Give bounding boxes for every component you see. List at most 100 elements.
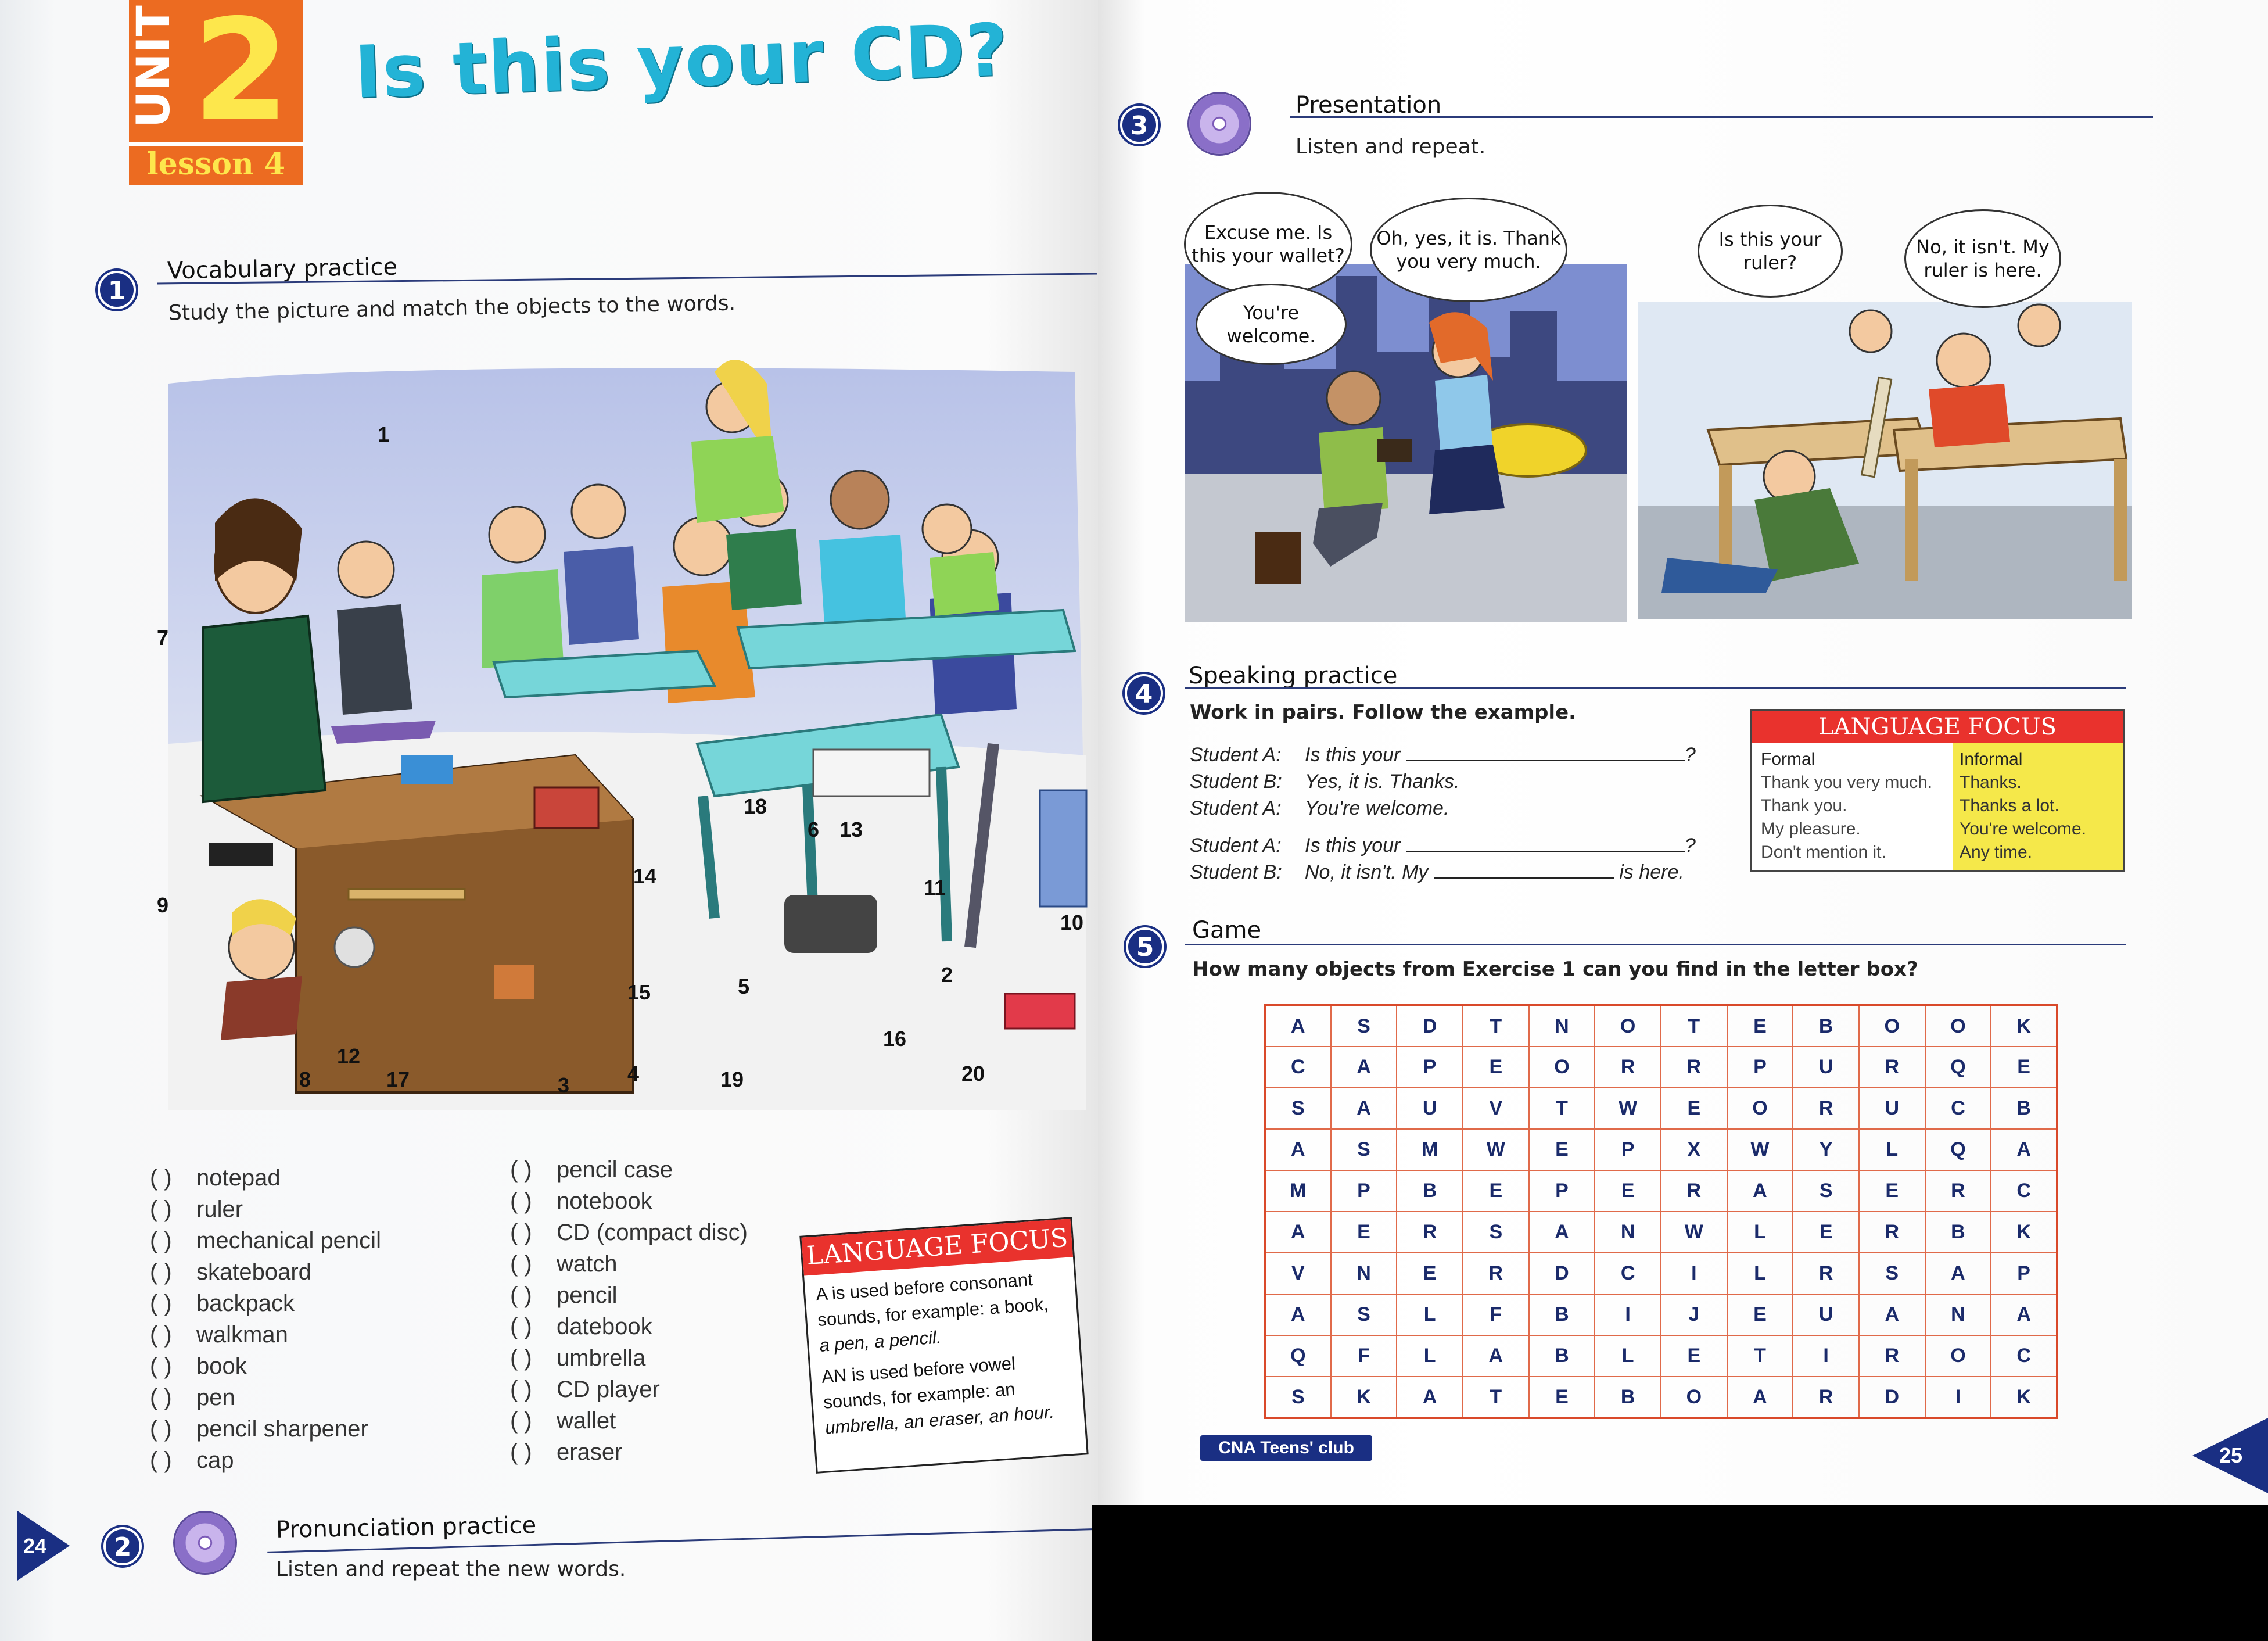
grid-cell[interactable]: E [1792, 1211, 1860, 1253]
grid-cell[interactable]: S [1462, 1211, 1530, 1253]
grid-cell[interactable]: S [1858, 1252, 1926, 1295]
grid-cell[interactable]: R [1858, 1046, 1926, 1088]
grid-cell[interactable]: M [1396, 1128, 1463, 1171]
grid-cell[interactable]: I [1792, 1335, 1860, 1377]
grid-cell[interactable]: A [1726, 1170, 1794, 1212]
grid-cell[interactable]: N [1924, 1294, 1992, 1336]
grid-cell[interactable]: P [1726, 1046, 1794, 1088]
grid-cell[interactable]: E [1462, 1170, 1530, 1212]
grid-cell[interactable]: W [1726, 1128, 1794, 1171]
grid-cell[interactable]: Q [1924, 1046, 1992, 1088]
grid-cell[interactable]: F [1462, 1294, 1530, 1336]
grid-cell[interactable]: R [1858, 1211, 1926, 1253]
grid-cell[interactable]: N [1330, 1252, 1398, 1295]
list-item[interactable]: ( ) watch [510, 1248, 748, 1280]
grid-cell[interactable]: P [1330, 1170, 1398, 1212]
list-item[interactable]: ( ) CD (compact disc) [510, 1217, 748, 1248]
list-item[interactable]: ( ) eraser [510, 1436, 748, 1468]
grid-cell[interactable]: R [1792, 1087, 1860, 1130]
grid-cell[interactable]: U [1792, 1294, 1860, 1336]
grid-cell[interactable]: E [1858, 1170, 1926, 1212]
grid-cell[interactable]: P [1528, 1170, 1596, 1212]
grid-cell[interactable]: W [1462, 1128, 1530, 1171]
grid-cell[interactable]: T [1528, 1087, 1596, 1130]
answer-blank[interactable] [1433, 877, 1614, 879]
grid-cell[interactable]: N [1528, 1005, 1596, 1047]
grid-cell[interactable]: A [1726, 1376, 1794, 1418]
grid-cell[interactable]: C [1990, 1335, 2058, 1377]
grid-cell[interactable]: A [1990, 1294, 2058, 1336]
grid-cell[interactable]: I [1660, 1252, 1728, 1295]
grid-cell[interactable]: A [1264, 1128, 1332, 1171]
grid-cell[interactable]: T [1462, 1376, 1530, 1418]
list-item[interactable]: ( ) pen [150, 1382, 381, 1413]
grid-cell[interactable]: Q [1924, 1128, 1992, 1171]
grid-cell[interactable]: A [1528, 1211, 1596, 1253]
grid-cell[interactable]: O [1726, 1087, 1794, 1130]
grid-cell[interactable]: E [1396, 1252, 1463, 1295]
grid-cell[interactable]: K [1990, 1376, 2058, 1418]
grid-cell[interactable]: Q [1264, 1335, 1332, 1377]
grid-cell[interactable]: E [1594, 1170, 1661, 1212]
grid-cell[interactable]: K [1990, 1005, 2058, 1047]
grid-cell[interactable]: P [1990, 1252, 2058, 1295]
grid-cell[interactable]: C [1594, 1252, 1661, 1295]
grid-cell[interactable]: D [1396, 1005, 1463, 1047]
cd-audio-icon[interactable] [1187, 92, 1251, 156]
grid-cell[interactable]: S [1792, 1170, 1860, 1212]
grid-cell[interactable]: O [1660, 1376, 1728, 1418]
grid-cell[interactable]: R [1858, 1335, 1926, 1377]
grid-cell[interactable]: K [1990, 1211, 2058, 1253]
grid-cell[interactable]: O [1924, 1335, 1992, 1377]
list-item[interactable]: ( ) backpack [150, 1288, 381, 1319]
grid-cell[interactable]: A [1396, 1376, 1463, 1418]
grid-cell[interactable]: A [1264, 1294, 1332, 1336]
grid-cell[interactable]: S [1264, 1376, 1332, 1418]
grid-cell[interactable]: A [1264, 1005, 1332, 1047]
grid-cell[interactable]: E [1330, 1211, 1398, 1253]
grid-cell[interactable]: D [1528, 1252, 1596, 1295]
grid-cell[interactable]: S [1264, 1087, 1332, 1130]
grid-cell[interactable]: R [1660, 1046, 1728, 1088]
grid-cell[interactable]: U [1396, 1087, 1463, 1130]
grid-cell[interactable]: O [1594, 1005, 1661, 1047]
grid-cell[interactable]: V [1462, 1087, 1530, 1130]
grid-cell[interactable]: B [1396, 1170, 1463, 1212]
grid-cell[interactable]: I [1924, 1376, 1992, 1418]
grid-cell[interactable]: S [1330, 1294, 1398, 1336]
grid-cell[interactable]: L [1858, 1128, 1926, 1171]
grid-cell[interactable]: E [1462, 1046, 1530, 1088]
grid-cell[interactable]: R [1792, 1376, 1860, 1418]
grid-cell[interactable]: A [1924, 1252, 1992, 1295]
answer-blank[interactable] [1405, 760, 1685, 761]
grid-cell[interactable]: N [1594, 1211, 1661, 1253]
grid-cell[interactable]: I [1594, 1294, 1661, 1336]
answer-blank[interactable] [1405, 851, 1685, 852]
list-item[interactable]: ( ) ruler [150, 1194, 381, 1225]
list-item[interactable]: ( ) datebook [510, 1311, 748, 1342]
grid-cell[interactable]: A [1330, 1046, 1398, 1088]
grid-cell[interactable]: E [1726, 1005, 1794, 1047]
grid-cell[interactable]: W [1594, 1087, 1661, 1130]
grid-cell[interactable]: W [1660, 1211, 1728, 1253]
grid-cell[interactable]: L [1726, 1252, 1794, 1295]
list-item[interactable]: ( ) walkman [150, 1319, 381, 1350]
grid-cell[interactable]: L [1396, 1294, 1463, 1336]
list-item[interactable]: ( ) notebook [510, 1185, 748, 1217]
grid-cell[interactable]: O [1528, 1046, 1596, 1088]
grid-cell[interactable]: T [1726, 1335, 1794, 1377]
list-item[interactable]: ( ) book [150, 1350, 381, 1382]
grid-cell[interactable]: K [1330, 1376, 1398, 1418]
grid-cell[interactable]: B [1528, 1294, 1596, 1336]
grid-cell[interactable]: B [1924, 1211, 1992, 1253]
grid-cell[interactable]: C [1264, 1046, 1332, 1088]
grid-cell[interactable]: E [1660, 1335, 1728, 1377]
grid-cell[interactable]: E [1660, 1087, 1728, 1130]
grid-cell[interactable]: F [1330, 1335, 1398, 1377]
grid-cell[interactable]: A [1990, 1128, 2058, 1171]
grid-cell[interactable]: L [1726, 1211, 1794, 1253]
list-item[interactable]: ( ) wallet [510, 1405, 748, 1436]
grid-cell[interactable]: E [1528, 1128, 1596, 1171]
grid-cell[interactable]: E [1726, 1294, 1794, 1336]
grid-cell[interactable]: S [1330, 1005, 1398, 1047]
